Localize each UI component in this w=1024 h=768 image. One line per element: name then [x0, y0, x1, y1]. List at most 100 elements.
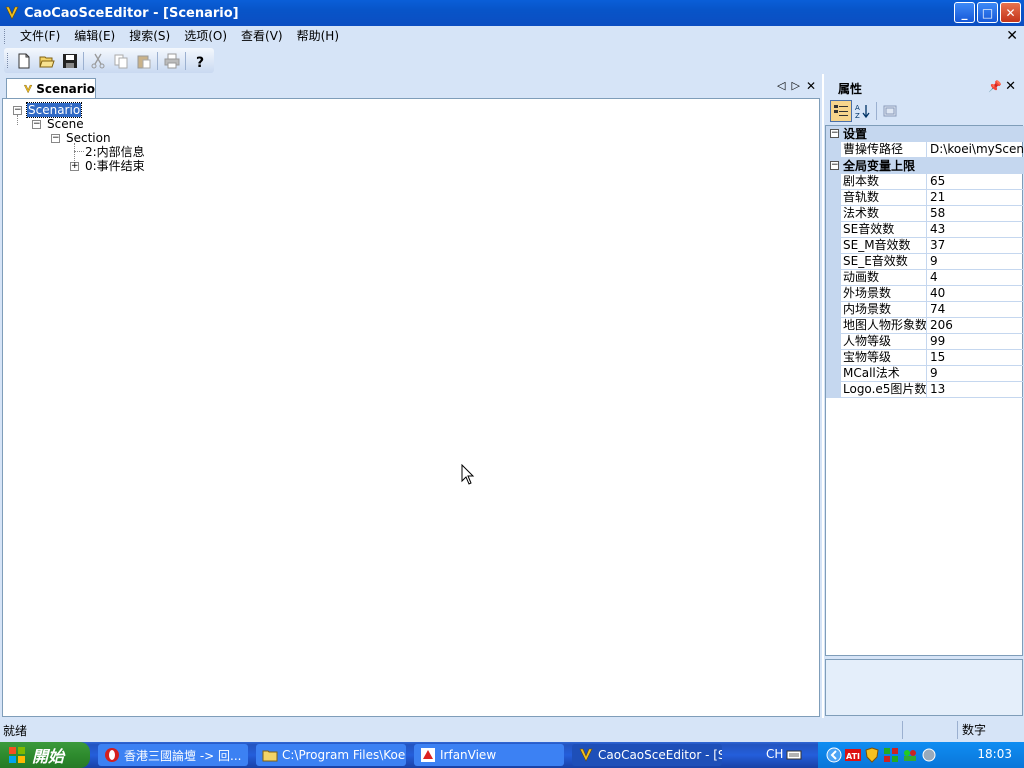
collapse-icon[interactable]: − — [32, 120, 41, 129]
window-title: CaoCaoSceEditor - [Scenario] — [24, 5, 239, 21]
expand-icon[interactable]: + — [70, 162, 79, 171]
property-name: Logo.e5图片数 — [826, 382, 927, 398]
property-row[interactable]: Logo.e5图片数 13 — [826, 382, 1024, 398]
tab-scenario[interactable]: Scenario — [6, 78, 96, 99]
mouse-cursor-icon — [461, 464, 475, 485]
property-row[interactable]: 音轨数 21 — [826, 190, 1024, 206]
menu-grip[interactable] — [4, 29, 7, 44]
toolbar-grip[interactable] — [7, 53, 10, 68]
property-value[interactable]: 74 — [927, 302, 1024, 318]
open-icon[interactable] — [35, 50, 58, 72]
property-row[interactable]: SE_E音效数 9 — [826, 254, 1024, 270]
menu-view[interactable]: 查看(V) — [234, 26, 290, 47]
tree-node-event-end[interactable]: 0:事件结束 — [85, 159, 145, 173]
property-row[interactable]: 内场景数 74 — [826, 302, 1024, 318]
property-row[interactable]: 人物等级 99 — [826, 334, 1024, 350]
property-value[interactable]: 15 — [927, 350, 1024, 366]
property-row[interactable]: MCall法术 9 — [826, 366, 1024, 382]
cut-icon[interactable] — [86, 50, 109, 72]
scenario-tree[interactable]: − Scenario − Scene − Section 2:内部信息 + 0:… — [2, 98, 820, 717]
ati-icon[interactable]: ATI — [845, 747, 861, 763]
status-bar: 就绪 数字 — [0, 718, 1024, 742]
property-row[interactable]: 宝物等级 15 — [826, 350, 1024, 366]
mdi-close-button[interactable]: ✕ — [1006, 28, 1018, 44]
paste-icon[interactable] — [132, 50, 155, 72]
property-pages-icon[interactable] — [879, 100, 901, 122]
property-value[interactable]: 99 — [927, 334, 1024, 350]
tray-expand-icon[interactable] — [826, 747, 842, 763]
property-row[interactable]: 曹操传路径 D:\koei\myScen\ — [826, 142, 1024, 158]
property-value[interactable]: 43 — [927, 222, 1024, 238]
property-value[interactable]: 58 — [927, 206, 1024, 222]
volume-icon[interactable] — [921, 747, 937, 763]
property-value[interactable]: 206 — [927, 318, 1024, 334]
tab-scroll-left-icon[interactable]: ◁ — [777, 79, 785, 93]
menu-search[interactable]: 搜索(S) — [122, 26, 177, 47]
menu-help[interactable]: 帮助(H) — [290, 26, 346, 47]
taskbar-item-explorer[interactable]: C:\Program Files\Koei\... — [256, 744, 406, 766]
collapse-icon[interactable]: − — [51, 134, 60, 143]
taskbar-item-irfanview[interactable]: IrfanView — [414, 744, 564, 766]
network-icon[interactable] — [883, 747, 899, 763]
menu-edit[interactable]: 编辑(E) — [67, 26, 122, 47]
title-bar[interactable]: CaoCaoSceEditor - [Scenario] _ □ ✕ — [0, 0, 1024, 26]
language-indicator[interactable]: CH — [766, 747, 783, 761]
collapse-icon[interactable]: − — [830, 129, 839, 138]
taskbar-item-forum[interactable]: 香港三國論壇 -> 回... — [98, 744, 248, 766]
property-value[interactable]: D:\koei\myScen\ — [927, 142, 1024, 158]
property-row[interactable]: 剧本数 65 — [826, 174, 1024, 190]
categorized-icon[interactable] — [830, 100, 852, 122]
property-name: 人物等级 — [826, 334, 927, 350]
property-grid[interactable]: − 设置 曹操传路径 D:\koei\myScen\ − 全局变量上限 剧本数 65 音轨数 21… — [825, 125, 1024, 656]
property-value[interactable]: 40 — [927, 286, 1024, 302]
copy-icon[interactable] — [109, 50, 132, 72]
properties-title-bar[interactable]: 属性 📌 ✕ — [824, 78, 1024, 98]
status-numlock: 数字 — [956, 721, 990, 739]
menu-file[interactable]: 文件(F) — [13, 26, 67, 47]
tree-node-scene[interactable]: Scene — [47, 117, 84, 131]
property-value[interactable]: 4 — [927, 270, 1024, 286]
property-category[interactable]: − 全局变量上限 — [826, 158, 1024, 174]
start-button[interactable]: 開始 — [0, 742, 90, 768]
tree-node-scenario[interactable]: Scenario — [25, 102, 83, 118]
property-category[interactable]: − 设置 — [826, 126, 1024, 142]
minimize-button[interactable]: _ — [954, 2, 975, 23]
tree-node-section[interactable]: Section — [66, 131, 111, 145]
alphabetical-icon[interactable]: AZ — [852, 100, 874, 122]
tab-scroll-right-icon[interactable]: ▷ — [791, 79, 799, 93]
save-icon[interactable] — [58, 50, 81, 72]
property-value[interactable]: 9 — [927, 366, 1024, 382]
tree-node-internal-info[interactable]: 2:内部信息 — [85, 145, 145, 159]
tab-close-icon[interactable]: ✕ — [806, 79, 816, 93]
property-value[interactable]: 13 — [927, 382, 1024, 398]
taskbar-item-caocao-editor[interactable]: CaoCaoSceEditor - [S... — [572, 744, 722, 766]
properties-close-icon[interactable]: ✕ — [1005, 79, 1016, 94]
collapse-icon[interactable]: − — [13, 106, 22, 115]
property-row[interactable]: SE_M音效数 37 — [826, 238, 1024, 254]
new-icon[interactable] — [12, 50, 35, 72]
property-name: SE音效数 — [826, 222, 927, 238]
close-button[interactable]: ✕ — [1000, 2, 1021, 23]
property-value[interactable]: 37 — [927, 238, 1024, 254]
pin-icon[interactable]: 📌 — [988, 80, 1002, 93]
property-value[interactable]: 65 — [927, 174, 1024, 190]
menu-options[interactable]: 选项(O) — [177, 26, 234, 47]
keyboard-icon[interactable] — [786, 747, 802, 763]
print-icon[interactable] — [160, 50, 183, 72]
property-row[interactable]: 外场景数 40 — [826, 286, 1024, 302]
shield-icon[interactable] — [864, 747, 880, 763]
property-row[interactable]: 法术数 58 — [826, 206, 1024, 222]
maximize-button[interactable]: □ — [977, 2, 998, 23]
property-value[interactable]: 21 — [927, 190, 1024, 206]
clock[interactable]: 18:03 — [977, 747, 1012, 761]
property-name: 外场景数 — [826, 286, 927, 302]
property-row[interactable]: 动画数 4 — [826, 270, 1024, 286]
property-value[interactable]: 9 — [927, 254, 1024, 270]
irfanview-icon — [421, 748, 435, 762]
property-row[interactable]: SE音效数 43 — [826, 222, 1024, 238]
property-name: MCall法术 — [826, 366, 927, 382]
help-icon[interactable]: ? — [188, 50, 211, 72]
msn-icon[interactable] — [902, 747, 918, 763]
collapse-icon[interactable]: − — [830, 161, 839, 170]
property-row[interactable]: 地图人物形象数 206 — [826, 318, 1024, 334]
